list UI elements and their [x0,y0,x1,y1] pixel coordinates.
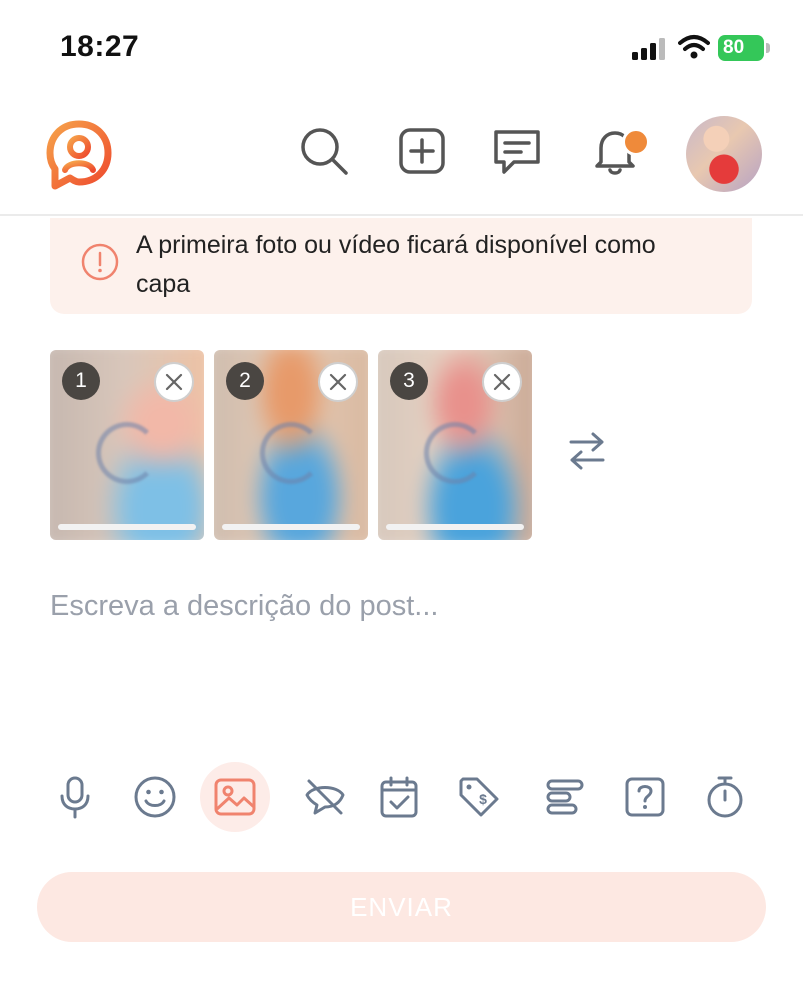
notifications-button[interactable] [588,124,650,178]
align-icon [546,779,584,815]
status-time: 18:27 [60,30,140,63]
battery-level: 80 [718,35,764,61]
emoji-button[interactable] [120,762,190,832]
composer-toolbar: $ [40,762,760,836]
notification-dot [622,128,650,156]
emoji-icon [134,776,176,818]
remove-media-button[interactable] [154,362,194,402]
wifi-icon [678,35,710,59]
timer-button[interactable] [690,762,760,832]
question-button[interactable] [610,762,680,832]
banner-text: A primeira foto ou vídeo ficará disponív… [136,231,656,298]
hide-icon [305,779,345,815]
price-button[interactable]: $ [444,762,514,832]
swap-arrows-icon[interactable] [568,430,606,472]
chat-icon[interactable] [490,124,544,178]
svg-text:$: $ [479,791,487,807]
cover-info-banner: A primeira foto ou vídeo ficará disponív… [50,218,752,314]
remove-media-button[interactable] [318,362,358,402]
schedule-button[interactable] [364,762,434,832]
timer-icon [707,776,743,818]
microphone-button[interactable] [40,762,110,832]
post-description-input[interactable] [50,576,750,636]
media-thumbnail[interactable]: 1 [50,350,204,540]
image-button[interactable] [200,762,270,832]
media-list: 1 2 3 [50,350,650,546]
loading-spinner [260,422,322,484]
avatar[interactable] [686,116,762,192]
media-index: 1 [62,362,100,400]
alert-circle-icon [81,243,119,281]
cellular-signal-icon [632,38,665,60]
media-thumbnail[interactable]: 2 [214,350,368,540]
hide-button[interactable] [290,762,360,832]
remove-media-button[interactable] [482,362,522,402]
battery-icon: 80 [718,35,770,61]
loading-spinner [424,422,486,484]
poll-button[interactable] [530,762,600,832]
top-nav [0,96,803,216]
media-thumbnail[interactable]: 3 [378,350,532,540]
close-icon [329,373,347,391]
price-tag-icon: $ [459,777,499,817]
question-icon [625,777,665,817]
upload-progress-bar [58,524,196,530]
image-icon [214,778,256,816]
close-icon [165,373,183,391]
upload-progress-bar [386,524,524,530]
calendar-icon [380,776,418,818]
microphone-icon [60,776,90,819]
media-index: 3 [390,362,428,400]
loading-spinner [96,422,158,484]
media-index: 2 [226,362,264,400]
add-icon[interactable] [395,124,449,178]
upload-progress-bar [222,524,360,530]
send-button[interactable]: ENVIAR [37,872,766,942]
app-logo[interactable] [46,120,112,190]
close-icon [493,373,511,391]
search-icon[interactable] [297,124,351,178]
status-bar: 18:27 80 [0,0,803,96]
